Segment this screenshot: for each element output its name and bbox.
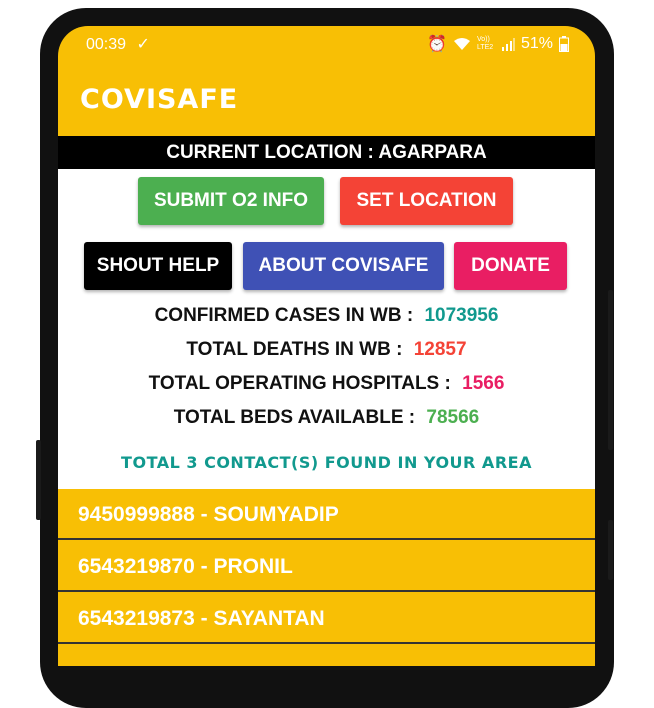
- phone-side-button: [36, 440, 41, 520]
- set-location-label: SET LOCATION: [356, 190, 497, 211]
- set-location-button[interactable]: SET LOCATION: [340, 177, 513, 225]
- shout-help-label: SHOUT HELP: [96, 255, 220, 276]
- stat-confirmed-cases: CONFIRMED CASES IN WB : 1073956: [58, 305, 595, 327]
- stat-label: CONFIRMED CASES IN WB :: [154, 305, 414, 326]
- shout-help-button[interactable]: SHOUT HELP: [84, 242, 232, 290]
- wifi-icon: [453, 38, 470, 50]
- status-bar: 00:39 ✓ ⏰ Vo)) LTE2 51%: [58, 26, 595, 62]
- stat-value: 78566: [426, 407, 480, 428]
- download-done-icon: ✓: [136, 36, 150, 53]
- stat-operating-hospitals: TOTAL OPERATING HOSPITALS : 1566: [58, 373, 595, 395]
- status-time: 00:39 ✓: [86, 34, 150, 54]
- contact-item[interactable]: 6543219873 - SAYANTAN: [58, 593, 595, 644]
- main-content: SUBMIT O2 INFO SET LOCATION SHOUT HELP A…: [58, 169, 595, 489]
- app-screen: 00:39 ✓ ⏰ Vo)) LTE2 51% COVISAFE CURRENT…: [58, 26, 595, 666]
- alarm-icon: ⏰: [427, 36, 447, 53]
- contacts-found-text: TOTAL 3 CONTACT(S) FOUND IN YOUR AREA: [121, 453, 532, 472]
- submit-o2-info-label: SUBMIT O2 INFO: [153, 190, 309, 211]
- about-covisafe-button[interactable]: ABOUT COVISAFE: [243, 242, 444, 290]
- contact-text: 9450999888 - SOUMYADIP: [78, 503, 339, 526]
- stat-beds-available: TOTAL BEDS AVAILABLE : 78566: [58, 407, 595, 429]
- battery-percent: 51%: [520, 35, 553, 52]
- contact-item[interactable]: 9450999888 - SOUMYADIP: [58, 489, 595, 540]
- donate-label: DONATE: [471, 255, 550, 276]
- stat-value: 1566: [462, 373, 505, 394]
- stat-label: TOTAL OPERATING HOSPITALS :: [148, 373, 451, 394]
- stat-value: 12857: [413, 339, 467, 360]
- submit-o2-info-button[interactable]: SUBMIT O2 INFO: [138, 177, 324, 225]
- clock-text: 00:39: [86, 36, 127, 53]
- signal-icon: [501, 38, 515, 51]
- phone-side-button: [608, 290, 613, 450]
- contact-item[interactable]: 6543219870 - PRONIL: [58, 541, 595, 592]
- network-label: Vo)) LTE2: [476, 36, 494, 51]
- stat-total-deaths: TOTAL DEATHS IN WB : 12857: [58, 339, 595, 361]
- stat-label: TOTAL BEDS AVAILABLE :: [173, 407, 416, 428]
- donate-button[interactable]: DONATE: [454, 242, 567, 290]
- stat-label: TOTAL DEATHS IN WB :: [186, 339, 403, 360]
- phone-side-button: [608, 520, 613, 580]
- current-location-bar: CURRENT LOCATION : AGARPARA: [58, 136, 595, 169]
- app-title: COVISAFE: [80, 84, 239, 115]
- about-covisafe-label: ABOUT COVISAFE: [258, 255, 429, 276]
- contact-text: 6543219870 - PRONIL: [78, 555, 293, 578]
- stat-value: 1073956: [424, 305, 499, 326]
- contact-text: 6543219873 - SAYANTAN: [78, 607, 325, 630]
- status-right: ⏰ Vo)) LTE2 51%: [427, 34, 569, 54]
- battery-icon: [559, 36, 569, 52]
